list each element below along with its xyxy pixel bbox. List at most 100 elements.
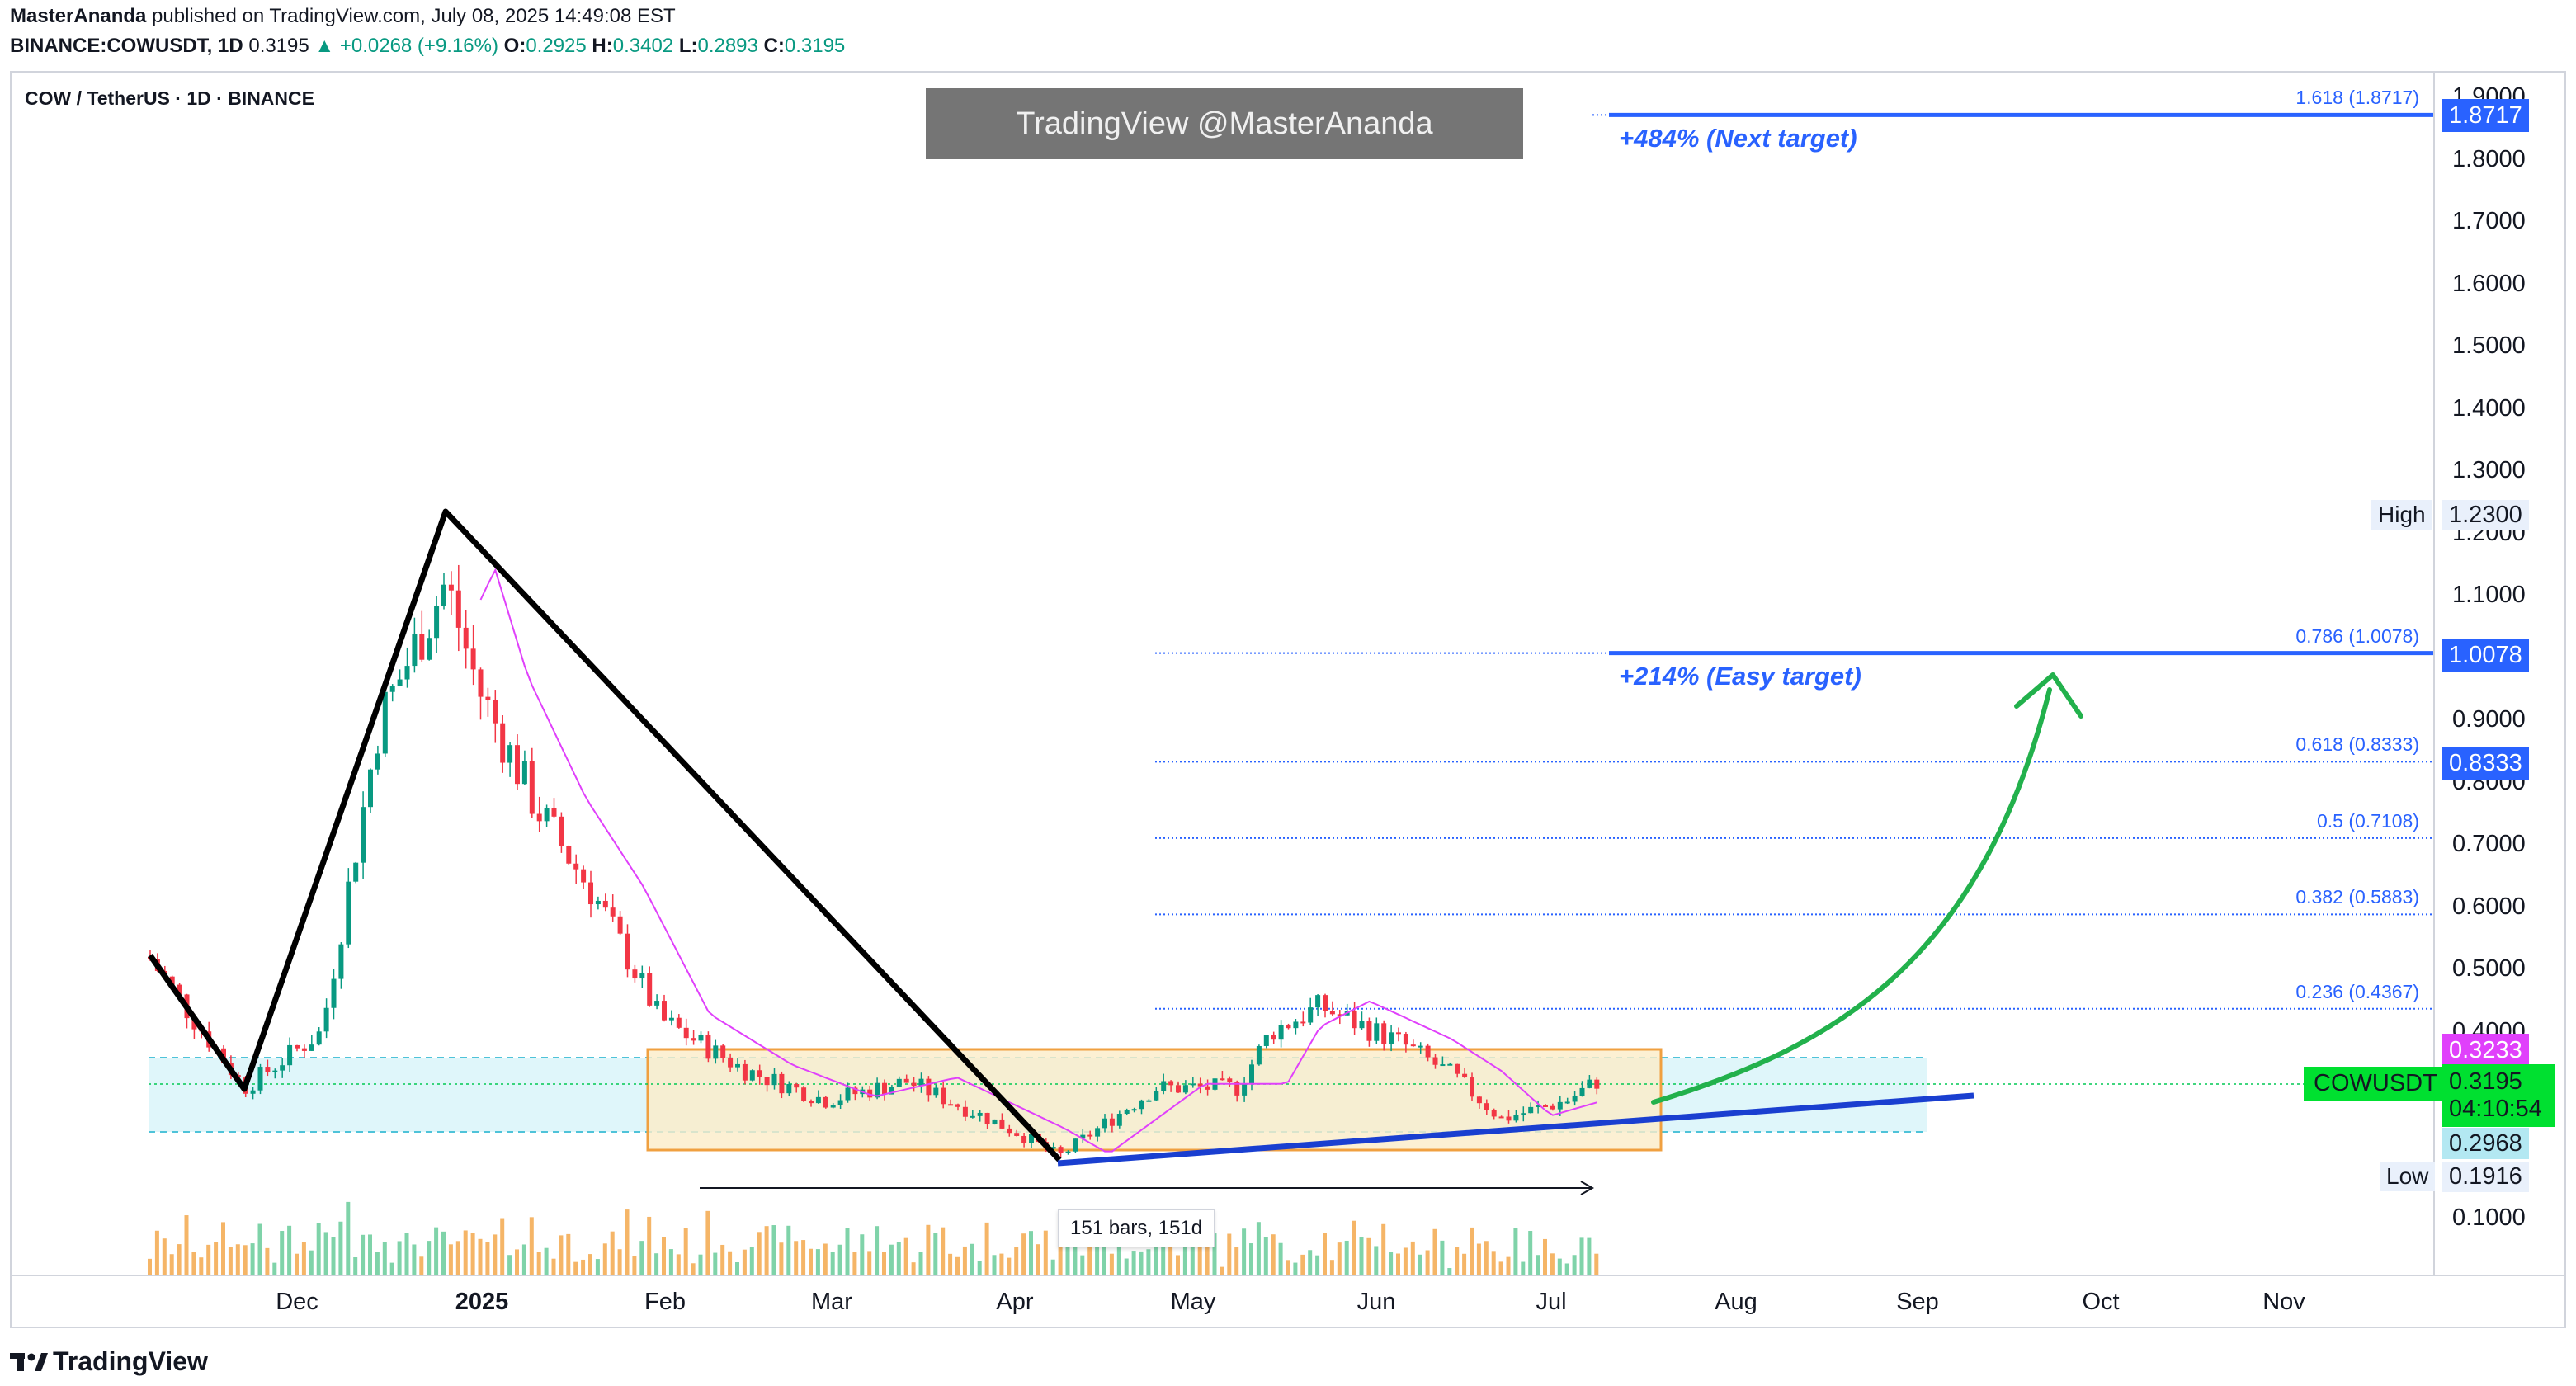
candle-body bbox=[1249, 1064, 1254, 1085]
candle-body bbox=[581, 869, 587, 883]
volume-bar bbox=[668, 1249, 673, 1275]
candle-body bbox=[295, 1044, 300, 1049]
volume-bar bbox=[250, 1243, 255, 1275]
green-target-arrow[interactable] bbox=[1651, 687, 2052, 1105]
measure-tooltip: 151 bars, 151d bbox=[1058, 1209, 1215, 1247]
time-tick: May bbox=[1170, 1289, 1216, 1315]
volume-bar bbox=[977, 1261, 982, 1275]
candle-body bbox=[331, 978, 337, 1008]
volume-bar bbox=[771, 1225, 776, 1275]
candle-body bbox=[1410, 1044, 1416, 1047]
candle-body bbox=[493, 700, 498, 724]
tradingview-logo[interactable]: TradingView bbox=[10, 1346, 208, 1377]
candle-body bbox=[412, 634, 418, 667]
candle-body bbox=[1396, 1032, 1401, 1035]
candle-body bbox=[941, 1087, 946, 1105]
price-tick: 1.3000 bbox=[2452, 457, 2526, 483]
candle-body bbox=[1440, 1064, 1446, 1067]
price-tick: 0.6000 bbox=[2452, 893, 2526, 920]
candle-body bbox=[507, 745, 513, 763]
candle-body bbox=[632, 969, 638, 979]
volume-bar bbox=[875, 1226, 880, 1275]
price-tick: 0.9000 bbox=[2452, 706, 2526, 733]
volume-bar bbox=[228, 1247, 233, 1275]
time-tick: Jun bbox=[1356, 1289, 1396, 1315]
volume-bar bbox=[698, 1254, 703, 1275]
fib-level-label: 0.786 (1.0078) bbox=[2295, 625, 2419, 647]
price-tick: 1.5000 bbox=[2452, 332, 2526, 359]
volume-bar bbox=[1139, 1251, 1144, 1275]
volume-bar bbox=[551, 1258, 556, 1275]
candle-body bbox=[933, 1087, 939, 1096]
volume-bar bbox=[361, 1234, 366, 1275]
candle-body bbox=[911, 1082, 917, 1087]
volume-bar bbox=[1572, 1255, 1577, 1275]
price-tick: 1.4000 bbox=[2452, 394, 2526, 422]
watermark: TradingView @MasterAnanda bbox=[926, 88, 1523, 159]
volume-bar bbox=[889, 1244, 894, 1275]
candle-body bbox=[265, 1067, 271, 1072]
volume-bar bbox=[647, 1216, 652, 1275]
volume-bar bbox=[1491, 1251, 1496, 1275]
symbol-badge: COWUSDT bbox=[2304, 1067, 2447, 1101]
candle-body bbox=[926, 1078, 932, 1096]
volume-bar bbox=[1286, 1260, 1290, 1275]
candle-body bbox=[1271, 1035, 1276, 1040]
candle-body bbox=[1176, 1085, 1181, 1093]
candle-body bbox=[566, 846, 572, 864]
candle-body bbox=[1116, 1114, 1122, 1126]
candle-body bbox=[323, 1007, 329, 1032]
candle-body bbox=[683, 1027, 689, 1039]
time-tick: Nov bbox=[2262, 1289, 2305, 1315]
volume-bar bbox=[316, 1223, 321, 1275]
candle-body bbox=[764, 1077, 770, 1086]
volume-bar bbox=[529, 1217, 534, 1275]
volume-bar bbox=[566, 1233, 571, 1275]
ma-price-badge: 0.3233 bbox=[2442, 1034, 2529, 1067]
candle-body bbox=[823, 1096, 828, 1108]
candle-body bbox=[1300, 1021, 1306, 1024]
candle-body bbox=[1498, 1116, 1504, 1119]
volume-bar bbox=[801, 1240, 806, 1275]
volume-bar bbox=[903, 1238, 908, 1275]
volume-bar bbox=[375, 1252, 380, 1275]
volume-bar bbox=[1550, 1253, 1555, 1275]
candle-body bbox=[625, 933, 630, 970]
volume-bar bbox=[243, 1245, 248, 1275]
candle-body bbox=[389, 686, 395, 692]
candle-body bbox=[1381, 1023, 1387, 1044]
volume-bar bbox=[280, 1231, 285, 1275]
volume-bar bbox=[823, 1243, 828, 1275]
fib-level-label: 0.5 (0.7108) bbox=[2316, 809, 2419, 832]
support-price-badge: 0.2968 bbox=[2442, 1128, 2529, 1159]
volume-bar bbox=[1131, 1251, 1136, 1275]
volume-bar bbox=[1234, 1247, 1239, 1275]
volume-bar bbox=[295, 1253, 299, 1275]
fib-levels bbox=[1155, 112, 2434, 1010]
volume-bar bbox=[515, 1249, 519, 1275]
price-tick: 1.8000 bbox=[2452, 145, 2526, 172]
volume-bar bbox=[713, 1252, 718, 1275]
time-tick: Mar bbox=[811, 1289, 852, 1315]
candle-body bbox=[346, 881, 351, 945]
volume-bar bbox=[1418, 1254, 1422, 1275]
volume-bar bbox=[735, 1261, 739, 1275]
volume-bar bbox=[427, 1241, 432, 1275]
volume-bar bbox=[382, 1242, 387, 1275]
volume-bar bbox=[544, 1247, 549, 1275]
candle-body bbox=[742, 1063, 748, 1081]
candle-body bbox=[815, 1096, 821, 1104]
candle-body bbox=[1058, 1147, 1064, 1153]
volume-bar bbox=[809, 1248, 813, 1275]
candle-body bbox=[1021, 1135, 1027, 1143]
high-value: 1.2300 bbox=[2442, 500, 2529, 530]
current-price-badge: 0.3195 04:10:54 bbox=[2442, 1064, 2555, 1127]
candle-body bbox=[515, 745, 520, 785]
volume-bar bbox=[1476, 1243, 1481, 1275]
volume-bar bbox=[654, 1253, 659, 1275]
chart-canvas[interactable] bbox=[0, 0, 2576, 1386]
volume-bar bbox=[705, 1210, 710, 1275]
candle-body bbox=[720, 1045, 726, 1058]
volume-bar bbox=[1396, 1253, 1400, 1275]
volume-bar bbox=[1447, 1268, 1452, 1275]
